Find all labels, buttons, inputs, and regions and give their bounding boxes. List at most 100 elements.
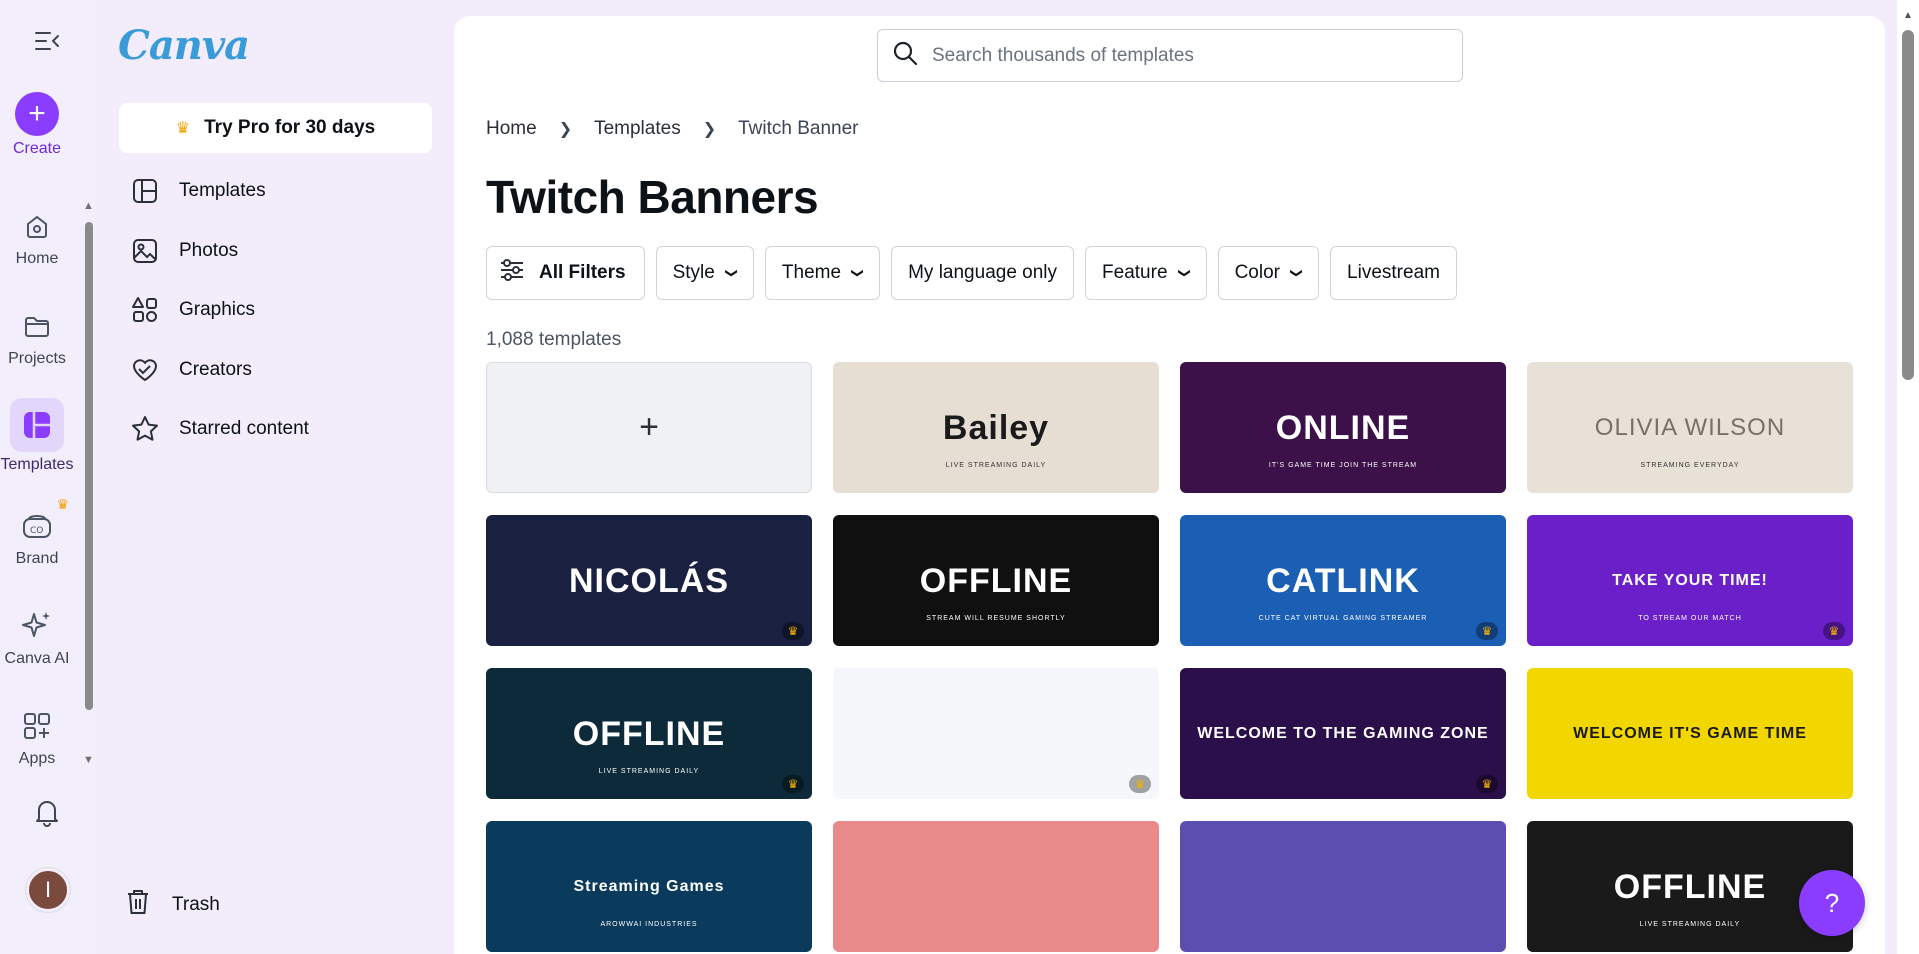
template-tile[interactable] [833, 821, 1159, 952]
template-title: Streaming Games [573, 879, 724, 895]
crown-icon: ♛ [782, 622, 804, 640]
crown-icon: ♛ [1476, 775, 1498, 793]
sidebar-item-starred[interactable]: Starred content [129, 411, 309, 447]
template-tile[interactable]: ONLINEIT'S GAME TIME JOIN THE STREAM [1180, 362, 1506, 493]
sidebar-item-label: Photos [179, 240, 238, 262]
chevron-down-icon: ❯ [1178, 268, 1192, 278]
templates-icon [10, 398, 64, 452]
template-tile[interactable]: TAKE YOUR TIME!TO STREAM OUR MATCH♛ [1527, 515, 1853, 646]
template-title: NICOLÁS [569, 564, 729, 598]
chevron-down-icon: ❯ [851, 268, 865, 278]
rail-item-templates[interactable]: Templates [0, 398, 74, 474]
folder-icon [17, 306, 57, 346]
template-tile[interactable]: CATLINKCUTE CAT VIRTUAL GAMING STREAMER♛ [1180, 515, 1506, 646]
crown-icon: ♛ [1129, 775, 1151, 793]
main-panel: Home ❯ Templates ❯ Twitch Banner Twitch … [454, 16, 1885, 954]
brand-icon: CO ♛ [17, 506, 57, 546]
page-scrollbar[interactable]: ▲ [1897, 0, 1919, 954]
template-tile[interactable]: WELCOME IT'S GAME TIME [1527, 668, 1853, 799]
all-filters-label: All Filters [539, 262, 626, 284]
rail-item-label: Home [16, 250, 59, 268]
heart-icon [129, 354, 161, 386]
chevron-down-icon: ❯ [725, 268, 739, 278]
template-title: WELCOME IT'S GAME TIME [1573, 726, 1807, 742]
filter-style[interactable]: Style❯ [656, 246, 754, 300]
search-bar[interactable] [877, 29, 1463, 82]
create-blank-tile[interactable]: + [486, 362, 812, 493]
create-label: Create [13, 140, 61, 158]
help-button[interactable]: ? [1799, 870, 1865, 936]
rail-item-label: Canva AI [5, 650, 70, 668]
rail-item-canva-ai[interactable]: Canva AI [0, 606, 74, 668]
collapse-menu-icon[interactable] [34, 30, 60, 57]
template-tile[interactable]: BaileyLIVE STREAMING DAILY [833, 362, 1159, 493]
crown-icon: ♛ [782, 775, 804, 793]
page-scroll-thumb[interactable] [1902, 30, 1914, 380]
template-title: CATLINK [1266, 564, 1420, 598]
sidebar-item-label: Templates [179, 180, 266, 202]
page-title: Twitch Banners [486, 170, 818, 224]
filter-livestream[interactable]: Livestream [1330, 246, 1457, 300]
template-grid: + BaileyLIVE STREAMING DAILYONLINEIT'S GA… [486, 362, 1853, 952]
filter-label: My language only [908, 262, 1057, 284]
template-tile[interactable]: NICOLÁS ♛ [486, 515, 812, 646]
rail-item-label: Brand [16, 550, 59, 568]
sidebar-item-templates[interactable]: Templates [129, 173, 266, 209]
star-icon [129, 413, 161, 445]
filter-color[interactable]: Color❯ [1218, 246, 1319, 300]
rail-item-projects[interactable]: Projects [0, 306, 74, 368]
scroll-down-icon[interactable]: ▼ [83, 754, 94, 766]
breadcrumb-templates[interactable]: Templates [594, 118, 681, 140]
canva-logo[interactable]: Canva [118, 22, 249, 69]
crown-icon: ♛ [56, 496, 69, 513]
template-subtitle: CUTE CAT VIRTUAL GAMING STREAMER [1180, 615, 1506, 622]
try-pro-button[interactable]: ♛ Try Pro for 30 days [119, 103, 432, 153]
all-filters-button[interactable]: All Filters [486, 246, 645, 300]
svg-text:CO: CO [30, 526, 43, 536]
sidebar-item-creators[interactable]: Creators [129, 352, 252, 388]
create-button[interactable]: + Create [0, 92, 74, 158]
rail-item-brand[interactable]: CO ♛ Brand [0, 506, 74, 568]
sidebar-item-trash[interactable]: Trash [126, 888, 220, 922]
filter-feature[interactable]: Feature ❯ [1085, 246, 1207, 300]
rail-scroll-thumb[interactable] [85, 222, 93, 710]
avatar[interactable]: I [26, 868, 70, 912]
home-icon [17, 206, 57, 246]
template-tile[interactable]: OFFLINELIVE STREAMING DAILY♛ [486, 668, 812, 799]
sidebar-item-photos[interactable]: Photos [129, 233, 238, 269]
search-input[interactable] [932, 45, 1432, 67]
template-tile[interactable] [1180, 821, 1506, 952]
breadcrumb: Home ❯ Templates ❯ Twitch Banner [486, 118, 859, 140]
template-tile[interactable]: WELCOME TO THE GAMING ZONE ♛ [1180, 668, 1506, 799]
filter-icon [499, 258, 525, 288]
rail-item-apps[interactable]: Apps [0, 706, 74, 770]
filter-label: Feature [1102, 262, 1167, 284]
rail-scrollbar[interactable]: ▲ ▼ [80, 200, 96, 766]
filter-theme[interactable]: Theme❯ [765, 246, 880, 300]
crown-icon: ♛ [1823, 622, 1845, 640]
breadcrumb-current: Twitch Banner [738, 118, 858, 140]
scroll-up-icon[interactable]: ▲ [1903, 10, 1913, 21]
template-title: OFFLINE [1614, 870, 1766, 904]
chevron-right-icon: ❯ [559, 119, 572, 139]
rail-item-label: Apps [19, 750, 55, 768]
sidebar-item-graphics[interactable]: Graphics [129, 292, 255, 328]
template-title: OFFLINE [573, 717, 725, 751]
plus-icon: + [639, 408, 659, 447]
breadcrumb-home[interactable]: Home [486, 118, 537, 140]
template-title: WELCOME TO THE GAMING ZONE [1197, 726, 1488, 742]
filter-my-language[interactable]: My language only [891, 246, 1074, 300]
template-subtitle: IT'S GAME TIME JOIN THE STREAM [1180, 462, 1506, 469]
template-title: Bailey [943, 411, 1049, 445]
template-tile[interactable]: ♛ [833, 668, 1159, 799]
avatar-initial: I [45, 877, 51, 903]
template-tile[interactable]: Streaming GamesAROWWAI INDUSTRIES [486, 821, 812, 952]
template-tile[interactable]: OLIVIA WILSONSTREAMING EVERYDAY [1527, 362, 1853, 493]
template-tile[interactable]: OFFLINESTREAM WILL RESUME SHORTLY [833, 515, 1159, 646]
template-subtitle: STREAMING EVERYDAY [1527, 462, 1853, 469]
scroll-up-icon[interactable]: ▲ [83, 200, 94, 212]
bell-icon[interactable] [30, 795, 64, 834]
rail-item-home[interactable]: Home [0, 206, 74, 268]
template-subtitle: STREAM WILL RESUME SHORTLY [833, 615, 1159, 622]
templates-icon [129, 175, 161, 207]
